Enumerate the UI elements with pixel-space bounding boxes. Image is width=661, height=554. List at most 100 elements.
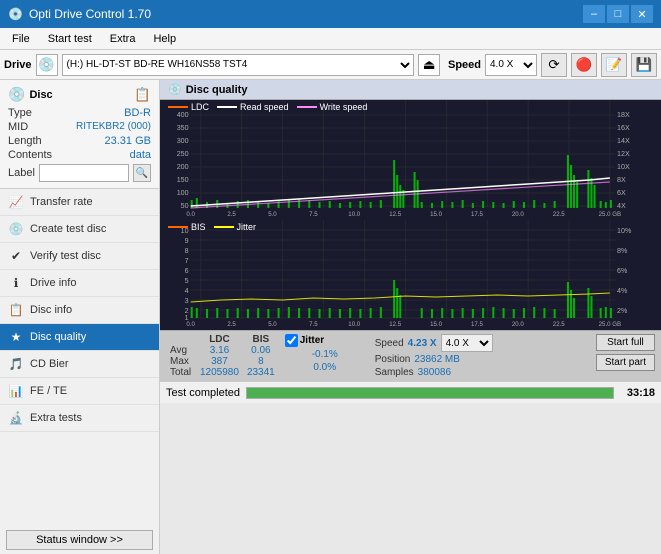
stats-avg-label: Avg — [166, 345, 196, 356]
toolbar-btn-4[interactable]: 💾 — [631, 53, 657, 77]
bottom-bar: Test completed 33:18 — [160, 381, 661, 403]
top-chart-svg: 400 350 300 250 200 150 100 50 18X 16X 1… — [160, 100, 661, 220]
app-title: Opti Drive Control 1.70 — [29, 7, 151, 21]
cd-bier-icon: 🎵 — [8, 356, 24, 372]
top-chart: LDC Read speed Write speed — [160, 100, 661, 220]
speed-select[interactable]: 4.0 X — [485, 54, 537, 76]
stats-max-ldc: 387 — [196, 356, 243, 367]
svg-text:2.5: 2.5 — [227, 212, 236, 218]
disc-length-value: 23.31 GB — [105, 135, 151, 147]
jitter-header: Jitter — [285, 334, 365, 347]
svg-text:3: 3 — [185, 298, 189, 305]
sidebar-item-drive-info[interactable]: ℹ Drive info — [0, 270, 159, 297]
svg-text:15.0: 15.0 — [430, 322, 443, 328]
svg-text:5.0: 5.0 — [268, 322, 277, 328]
sidebar-item-label: CD Bier — [30, 358, 69, 370]
disc-info-icon: 📋 — [8, 302, 24, 318]
svg-text:4: 4 — [185, 288, 189, 295]
svg-text:20.0: 20.0 — [512, 322, 525, 328]
svg-text:350: 350 — [177, 125, 189, 132]
svg-text:0.0: 0.0 — [186, 322, 195, 328]
app-icon: 💿 — [8, 7, 23, 21]
sidebar-menu: 📈 Transfer rate 💿 Create test disc ✔ Ver… — [0, 189, 159, 526]
speed-label: Speed — [448, 59, 481, 71]
sidebar-item-fe-te[interactable]: 📊 FE / TE — [0, 378, 159, 405]
transfer-rate-icon: 📈 — [8, 194, 24, 210]
disc-length-label: Length — [8, 135, 42, 147]
svg-text:25.0 GB: 25.0 GB — [599, 212, 621, 218]
title-bar-controls: – □ ✕ — [583, 5, 653, 23]
disc-icon: 💿 — [8, 86, 25, 103]
disc-contents-label: Contents — [8, 149, 52, 161]
disc-title-text: Disc — [29, 89, 52, 101]
jitter-section: Jitter -0.1% 0.0% — [285, 334, 365, 375]
sidebar-item-disc-quality[interactable]: ★ Disc quality — [0, 324, 159, 351]
samples-row: Samples 380086 — [375, 367, 493, 378]
svg-text:12.5: 12.5 — [389, 322, 402, 328]
legend-write-speed: Write speed — [297, 102, 368, 112]
speed-dropdown[interactable]: 4.0 X — [441, 334, 493, 352]
svg-text:7.5: 7.5 — [309, 322, 318, 328]
close-button[interactable]: ✕ — [631, 5, 653, 23]
stats-panel: LDC BIS Avg 3.16 0.06 Max 387 8 Total 12… — [160, 330, 661, 381]
maximize-button[interactable]: □ — [607, 5, 629, 23]
svg-text:50: 50 — [181, 203, 189, 210]
menu-extra[interactable]: Extra — [102, 31, 144, 47]
action-buttons: Start full Start part — [596, 334, 655, 371]
svg-text:7: 7 — [185, 258, 189, 265]
toolbar-btn-1[interactable]: ⟳ — [541, 53, 567, 77]
bottom-chart: BIS Jitter — [160, 220, 661, 330]
svg-text:6X: 6X — [617, 190, 626, 197]
svg-text:0.0: 0.0 — [186, 212, 195, 218]
svg-text:1: 1 — [185, 315, 189, 322]
disc-mid-value: RITEKBR2 (000) — [76, 121, 151, 133]
svg-text:10%: 10% — [617, 228, 632, 235]
drive-info-icon: ℹ — [8, 275, 24, 291]
sidebar-item-extra-tests[interactable]: 🔬 Extra tests — [0, 405, 159, 432]
sidebar-item-label: Create test disc — [30, 223, 106, 235]
svg-text:12X: 12X — [617, 151, 630, 158]
sidebar-item-verify-test-disc[interactable]: ✔ Verify test disc — [0, 243, 159, 270]
sidebar-item-transfer-rate[interactable]: 📈 Transfer rate — [0, 189, 159, 216]
drive-select[interactable]: (H:) HL-DT-ST BD-RE WH16NS58 TST4 — [62, 54, 414, 76]
sidebar-item-create-test-disc[interactable]: 💿 Create test disc — [0, 216, 159, 243]
disc-contents-row: Contents data — [8, 149, 151, 161]
svg-text:6: 6 — [185, 268, 189, 275]
sidebar-item-disc-info[interactable]: 📋 Disc info — [0, 297, 159, 324]
disc-type-value: BD-R — [124, 107, 151, 119]
stats-max-bis: 8 — [243, 356, 279, 367]
sidebar-item-cd-bier[interactable]: 🎵 CD Bier — [0, 351, 159, 378]
disc-header: 💿 Disc 📋 — [8, 86, 151, 103]
disc-label-btn[interactable]: 🔍 — [133, 164, 151, 182]
legend-bis: BIS — [168, 222, 206, 232]
jitter-checkbox[interactable] — [285, 334, 298, 347]
stats-avg-ldc: 3.16 — [196, 345, 243, 356]
disc-label-input[interactable] — [39, 164, 129, 182]
menu-help[interactable]: Help — [145, 31, 184, 47]
stats-total-ldc: 1205980 — [196, 367, 243, 378]
menu-file[interactable]: File — [4, 31, 38, 47]
svg-text:10.0: 10.0 — [348, 322, 361, 328]
menu-start-test[interactable]: Start test — [40, 31, 100, 47]
toolbar-btn-3[interactable]: 📝 — [601, 53, 627, 77]
main-content: 💿 Disc 📋 Type BD-R MID RITEKBR2 (000) Le… — [0, 80, 661, 554]
sidebar-item-label: Disc quality — [30, 331, 86, 343]
start-full-button[interactable]: Start full — [596, 334, 655, 351]
svg-text:20.0: 20.0 — [512, 212, 525, 218]
svg-text:14X: 14X — [617, 138, 630, 145]
title-bar-left: 💿 Opti Drive Control 1.70 — [8, 7, 151, 21]
legend-read-speed: Read speed — [217, 102, 289, 112]
status-window-button[interactable]: Status window >> — [6, 530, 153, 550]
minimize-button[interactable]: – — [583, 5, 605, 23]
drive-icon-button[interactable]: 💿 — [36, 54, 58, 76]
svg-text:4%: 4% — [617, 288, 628, 295]
toolbar-btn-2[interactable]: 🔴 — [571, 53, 597, 77]
sidebar-item-label: Extra tests — [30, 412, 82, 424]
disc-action-btn[interactable]: 📋 — [134, 87, 151, 103]
stats-bis-header: BIS — [243, 334, 279, 345]
eject-button[interactable]: ⏏ — [418, 54, 440, 76]
svg-text:100: 100 — [177, 190, 189, 197]
start-part-button[interactable]: Start part — [596, 354, 655, 371]
svg-text:250: 250 — [177, 151, 189, 158]
svg-text:8%: 8% — [617, 248, 628, 255]
